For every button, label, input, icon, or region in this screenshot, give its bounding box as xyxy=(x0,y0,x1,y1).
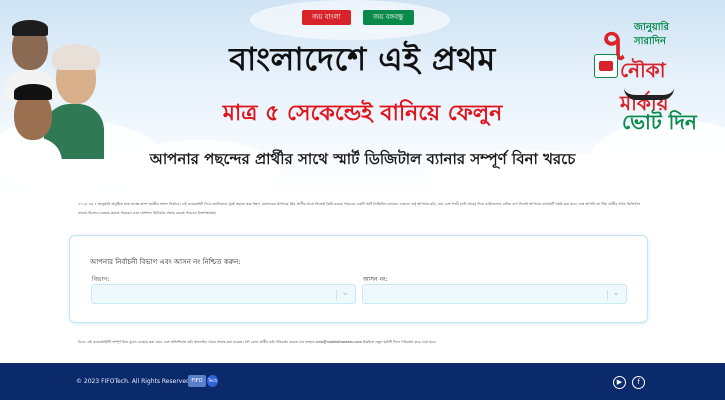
select-divider xyxy=(607,290,608,300)
fifotech-logo-badge: Tech xyxy=(207,375,218,387)
selection-form-card: আপনার নির্বাচনী বিভাগ এবং আসন নং নিশ্চিত… xyxy=(70,236,647,322)
seat-select[interactable]: ⌄ xyxy=(362,284,627,304)
hero-banner: জয় বাংলা জয় বঙ্গবন্ধু বাংলাদেশে এই প্র… xyxy=(0,0,725,192)
select-divider xyxy=(336,290,337,300)
youtube-icon[interactable]: ▶ xyxy=(613,376,626,389)
fifotech-logo[interactable]: FIFO Tech xyxy=(188,374,218,388)
tag-joy-bangabandhu: জয় বঙ্গবন্ধু xyxy=(363,10,414,25)
headline-secondary: মাত্র ৫ সেকেন্ডেই বানিয়ে ফেলুন xyxy=(222,101,503,126)
division-select[interactable]: ⌄ xyxy=(91,284,356,304)
intro-paragraph: ২০২৪ এর ৭ জানুয়ারি অনুষ্ঠিত হতে যাচ্ছে … xyxy=(78,202,641,215)
site-footer: © 2023 FIFOTech. All Rights Reserved FIF… xyxy=(0,363,725,400)
fifotech-logo-text: FIFO xyxy=(188,375,206,387)
election-logo-icon xyxy=(594,54,618,78)
facebook-icon[interactable]: f xyxy=(632,376,645,389)
headline-primary: বাংলাদেশে এই প্রথম xyxy=(229,40,496,78)
election-date-badge: ৭ জানুয়ারি সারাদিন নৌকা মার্কায় ভোট দি… xyxy=(592,12,720,162)
boat-icon xyxy=(624,88,674,100)
chevron-down-icon: ⌄ xyxy=(612,288,620,298)
footnote: বি:দ্র: এই ওয়েবসাইটটি সম্পূর্ণ বিনা মূল… xyxy=(78,340,436,344)
copyright-text: © 2023 FIFOTech. All Rights Reserved xyxy=(76,378,190,385)
badge-line-2: সারাদিন xyxy=(634,36,666,47)
tag-joy-bangla: জয় বাংলা xyxy=(302,10,351,25)
badge-line-4: ভোট দিন xyxy=(622,110,697,134)
chevron-down-icon: ⌄ xyxy=(341,288,349,298)
headline-tertiary: আপনার পছন্দের প্রার্থীর সাথে স্মার্ট ডিজ… xyxy=(149,150,576,168)
form-title: আপনার নির্বাচনী বিভাগ এবং আসন নং নিশ্চিত… xyxy=(90,258,241,266)
leader-portraits xyxy=(4,14,104,168)
